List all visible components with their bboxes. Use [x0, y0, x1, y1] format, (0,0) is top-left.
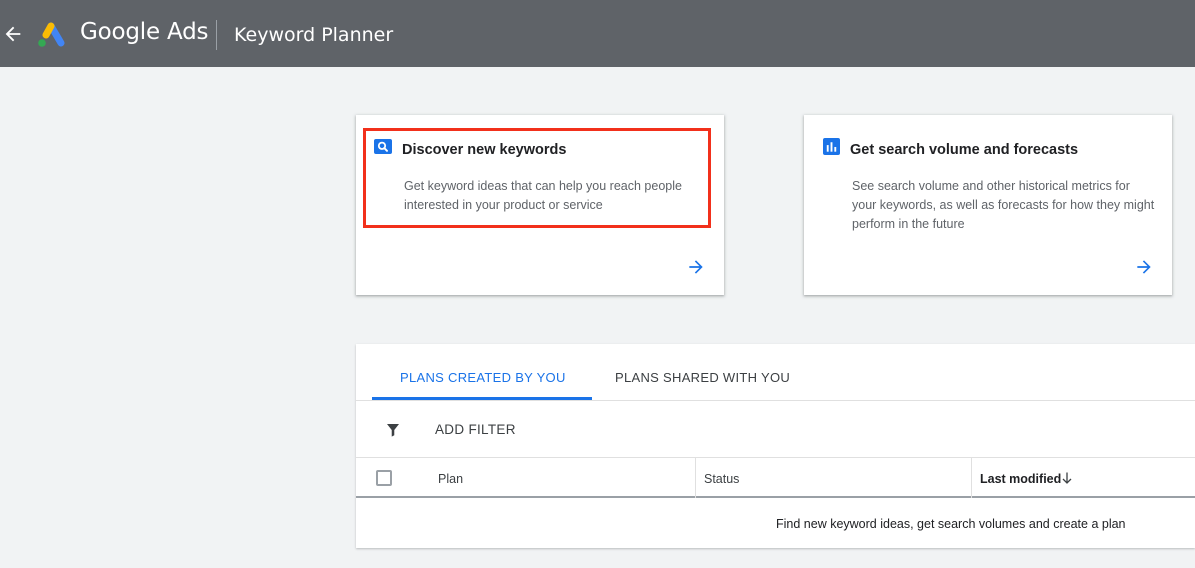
arrow-down-icon[interactable] — [1061, 471, 1073, 485]
bar-chart-icon — [823, 138, 840, 155]
header-divider — [216, 20, 217, 50]
card-description: See search volume and other historical m… — [852, 179, 1155, 231]
google-ads-logo-icon — [38, 22, 65, 47]
add-filter-button[interactable]: ADD FILTER — [435, 422, 516, 437]
card-title: Discover new keywords — [402, 142, 567, 158]
brand-name: Google Ads — [80, 19, 209, 45]
column-header-plan[interactable]: Plan — [438, 472, 463, 486]
search-volume-card[interactable]: Get search volume and forecasts See sear… — [804, 115, 1172, 295]
divider — [356, 400, 1195, 401]
arrow-forward-icon[interactable] — [1134, 257, 1154, 277]
search-icon — [374, 139, 392, 154]
arrow-forward-icon[interactable] — [686, 257, 706, 277]
table-header-row: Plan Status Last modified — [356, 458, 1195, 498]
column-separator — [971, 458, 972, 498]
plans-panel: PLANS CREATED BY YOU PLANS SHARED WITH Y… — [356, 344, 1195, 548]
column-header-last-modified[interactable]: Last modified — [980, 472, 1061, 486]
top-app-bar: Google Ads Keyword Planner — [0, 0, 1195, 67]
filter-icon[interactable] — [384, 421, 402, 439]
tab-plans-created-by-you[interactable]: PLANS CREATED BY YOU — [400, 370, 566, 385]
column-header-status[interactable]: Status — [704, 472, 739, 486]
column-separator — [695, 458, 696, 498]
page-title: Keyword Planner — [234, 24, 394, 46]
card-title: Get search volume and forecasts — [850, 142, 1079, 158]
arrow-back-icon[interactable] — [2, 22, 24, 46]
select-all-checkbox[interactable] — [376, 470, 392, 486]
empty-state-message: Find new keyword ideas, get search volum… — [776, 517, 1126, 531]
tab-plans-shared-with-you[interactable]: PLANS SHARED WITH YOU — [615, 370, 790, 385]
card-description: Get keyword ideas that can help you reac… — [404, 179, 682, 212]
discover-keywords-card[interactable]: Discover new keywords Get keyword ideas … — [356, 115, 724, 295]
